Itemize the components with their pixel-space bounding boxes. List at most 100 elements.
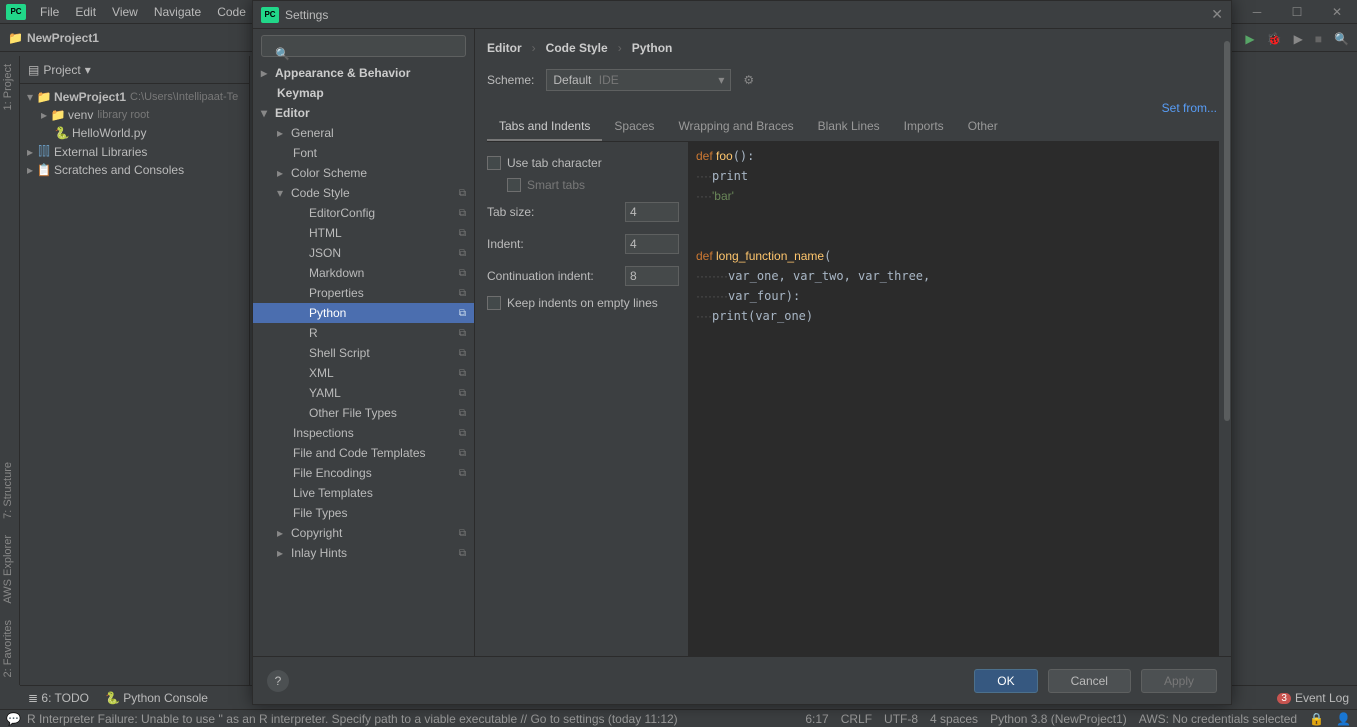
tab-wrapping[interactable]: Wrapping and Braces <box>666 113 805 141</box>
chevron-right-icon[interactable]: ▸ <box>24 145 36 159</box>
set-from-link[interactable]: Set from... <box>1162 101 1217 115</box>
code-style-tabs: Tabs and Indents Spaces Wrapping and Bra… <box>487 113 1219 142</box>
tree-file-types[interactable]: File Types <box>253 503 474 523</box>
continuation-input[interactable] <box>625 266 679 286</box>
dialog-close-button[interactable]: ✕ <box>1211 6 1223 23</box>
tree-file-encodings[interactable]: File Encodings⧉ <box>253 463 474 483</box>
todo-button[interactable]: ≣ 6: TODO <box>28 691 89 705</box>
folder-icon: 📁 <box>8 31 23 45</box>
status-interpreter[interactable]: Python 3.8 (NewProject1) <box>990 712 1127 726</box>
run-coverage-icon[interactable]: ▶ <box>1294 32 1303 46</box>
tree-properties[interactable]: Properties⧉ <box>253 283 474 303</box>
run-icon[interactable]: ▶ <box>1245 32 1254 46</box>
tree-editorconfig[interactable]: EditorConfig⧉ <box>253 203 474 223</box>
tree-markdown[interactable]: Markdown⧉ <box>253 263 474 283</box>
tree-font[interactable]: Font <box>253 143 474 163</box>
tree-inspections[interactable]: Inspections⧉ <box>253 423 474 443</box>
chevron-right-icon[interactable]: ▸ <box>24 163 36 177</box>
tree-shell[interactable]: Shell Script⧉ <box>253 343 474 363</box>
tree-r[interactable]: R⧉ <box>253 323 474 343</box>
chevron-down-icon[interactable]: ▾ <box>85 63 91 77</box>
tree-appearance[interactable]: ▸Appearance & Behavior <box>253 63 474 83</box>
indent-input[interactable] <box>625 234 679 254</box>
tree-html[interactable]: HTML⧉ <box>253 223 474 243</box>
menu-navigate[interactable]: Navigate <box>146 0 209 24</box>
tool-tab-project[interactable]: 1: Project <box>0 56 19 118</box>
minimize-button[interactable]: ─ <box>1237 0 1277 24</box>
tree-general[interactable]: ▸General <box>253 123 474 143</box>
tab-imports[interactable]: Imports <box>892 113 956 141</box>
project-panel-header[interactable]: ▤ Project ▾ <box>20 56 249 84</box>
inspector-icon[interactable]: 👤 <box>1336 712 1351 726</box>
tool-tab-aws[interactable]: AWS Explorer <box>0 527 19 612</box>
tree-color-scheme[interactable]: ▸Color Scheme <box>253 163 474 183</box>
tree-venv[interactable]: ▸ 📁 venv library root <box>20 106 249 124</box>
close-button[interactable]: ✕ <box>1317 0 1357 24</box>
apply-button[interactable]: Apply <box>1141 669 1217 693</box>
tree-file-templates[interactable]: File and Code Templates⧉ <box>253 443 474 463</box>
keep-indents-row[interactable]: Keep indents on empty lines <box>487 292 679 314</box>
status-encoding[interactable]: UTF-8 <box>884 712 918 726</box>
tree-python[interactable]: Python⧉ <box>253 303 474 323</box>
maximize-button[interactable]: ☐ <box>1277 0 1317 24</box>
tab-tabs-indents[interactable]: Tabs and Indents <box>487 113 602 141</box>
scheme-value: Default <box>553 73 591 87</box>
smart-tabs-label: Smart tabs <box>527 178 585 192</box>
settings-search-input[interactable] <box>261 35 466 57</box>
tree-json[interactable]: JSON⧉ <box>253 243 474 263</box>
tree-inlay-hints[interactable]: ▸Inlay Hints⧉ <box>253 543 474 563</box>
gear-icon[interactable]: ⚙ <box>743 73 754 87</box>
tool-tab-favorites[interactable]: 2: Favorites <box>0 612 19 685</box>
debug-icon[interactable]: 🐞 <box>1267 32 1282 46</box>
menu-view[interactable]: View <box>104 0 146 24</box>
tree-code-style[interactable]: ▾Code Style⧉ <box>253 183 474 203</box>
status-indent[interactable]: 4 spaces <box>930 712 978 726</box>
tab-other[interactable]: Other <box>956 113 1010 141</box>
tree-keymap[interactable]: Keymap <box>253 83 474 103</box>
scheme-dropdown[interactable]: Default IDE <box>546 69 731 91</box>
stop-icon[interactable]: ■ <box>1315 32 1322 46</box>
cancel-button[interactable]: Cancel <box>1048 669 1131 693</box>
event-log-button[interactable]: 3 Event Log <box>1277 691 1349 705</box>
tree-scratches[interactable]: ▸ 📋 Scratches and Consoles <box>20 161 249 179</box>
copy-icon: ⧉ <box>459 368 466 379</box>
tree-external-libraries[interactable]: ▸ ⫿⫿⫿ External Libraries <box>20 142 249 161</box>
tree-yaml[interactable]: YAML⧉ <box>253 383 474 403</box>
code-preview: def foo(): ····print ····'bar' def long_… <box>687 142 1219 656</box>
use-tab-checkbox[interactable] <box>487 156 501 170</box>
tool-tab-structure[interactable]: 7: Structure <box>0 454 19 527</box>
search-icon[interactable]: 🔍 <box>1334 32 1349 46</box>
content-split: Use tab character Smart tabs Tab size: I… <box>487 142 1219 656</box>
keep-indents-checkbox[interactable] <box>487 296 501 310</box>
tree-live-templates[interactable]: Live Templates <box>253 483 474 503</box>
tab-spaces[interactable]: Spaces <box>602 113 666 141</box>
menu-code[interactable]: Code <box>209 0 254 24</box>
ok-button[interactable]: OK <box>974 669 1037 693</box>
status-line-sep[interactable]: CRLF <box>841 712 872 726</box>
tree-root[interactable]: ▾ 📁 NewProject1 C:\Users\Intellipaat-Te <box>20 88 249 106</box>
breadcrumb-python[interactable]: Python <box>632 41 673 55</box>
project-name[interactable]: NewProject1 <box>27 31 99 45</box>
menu-edit[interactable]: Edit <box>67 0 104 24</box>
status-aws[interactable]: AWS: No credentials selected <box>1139 712 1297 726</box>
tab-blank-lines[interactable]: Blank Lines <box>806 113 892 141</box>
help-button[interactable]: ? <box>267 670 289 692</box>
menu-file[interactable]: File <box>32 0 67 24</box>
project-icon: ▤ <box>28 63 39 77</box>
status-cursor-pos[interactable]: 6:17 <box>805 712 828 726</box>
breadcrumb-editor[interactable]: Editor <box>487 41 522 55</box>
tree-xml[interactable]: XML⧉ <box>253 363 474 383</box>
tree-file[interactable]: 🐍 HelloWorld.py <box>20 124 249 142</box>
use-tab-row[interactable]: Use tab character <box>487 152 679 174</box>
tab-size-input[interactable] <box>625 202 679 222</box>
lock-icon[interactable]: 🔒 <box>1309 712 1324 726</box>
copy-icon: ⧉ <box>459 188 466 199</box>
tree-copyright[interactable]: ▸Copyright⧉ <box>253 523 474 543</box>
breadcrumb-code-style[interactable]: Code Style <box>546 41 608 55</box>
chevron-right-icon[interactable]: ▸ <box>38 108 50 122</box>
tree-editor[interactable]: ▾Editor <box>253 103 474 123</box>
python-console-button[interactable]: 🐍 Python Console <box>105 691 208 705</box>
tree-other-file-types[interactable]: Other File Types⧉ <box>253 403 474 423</box>
status-message[interactable]: R Interpreter Failure: Unable to use '' … <box>27 712 678 726</box>
chevron-down-icon[interactable]: ▾ <box>24 90 36 104</box>
